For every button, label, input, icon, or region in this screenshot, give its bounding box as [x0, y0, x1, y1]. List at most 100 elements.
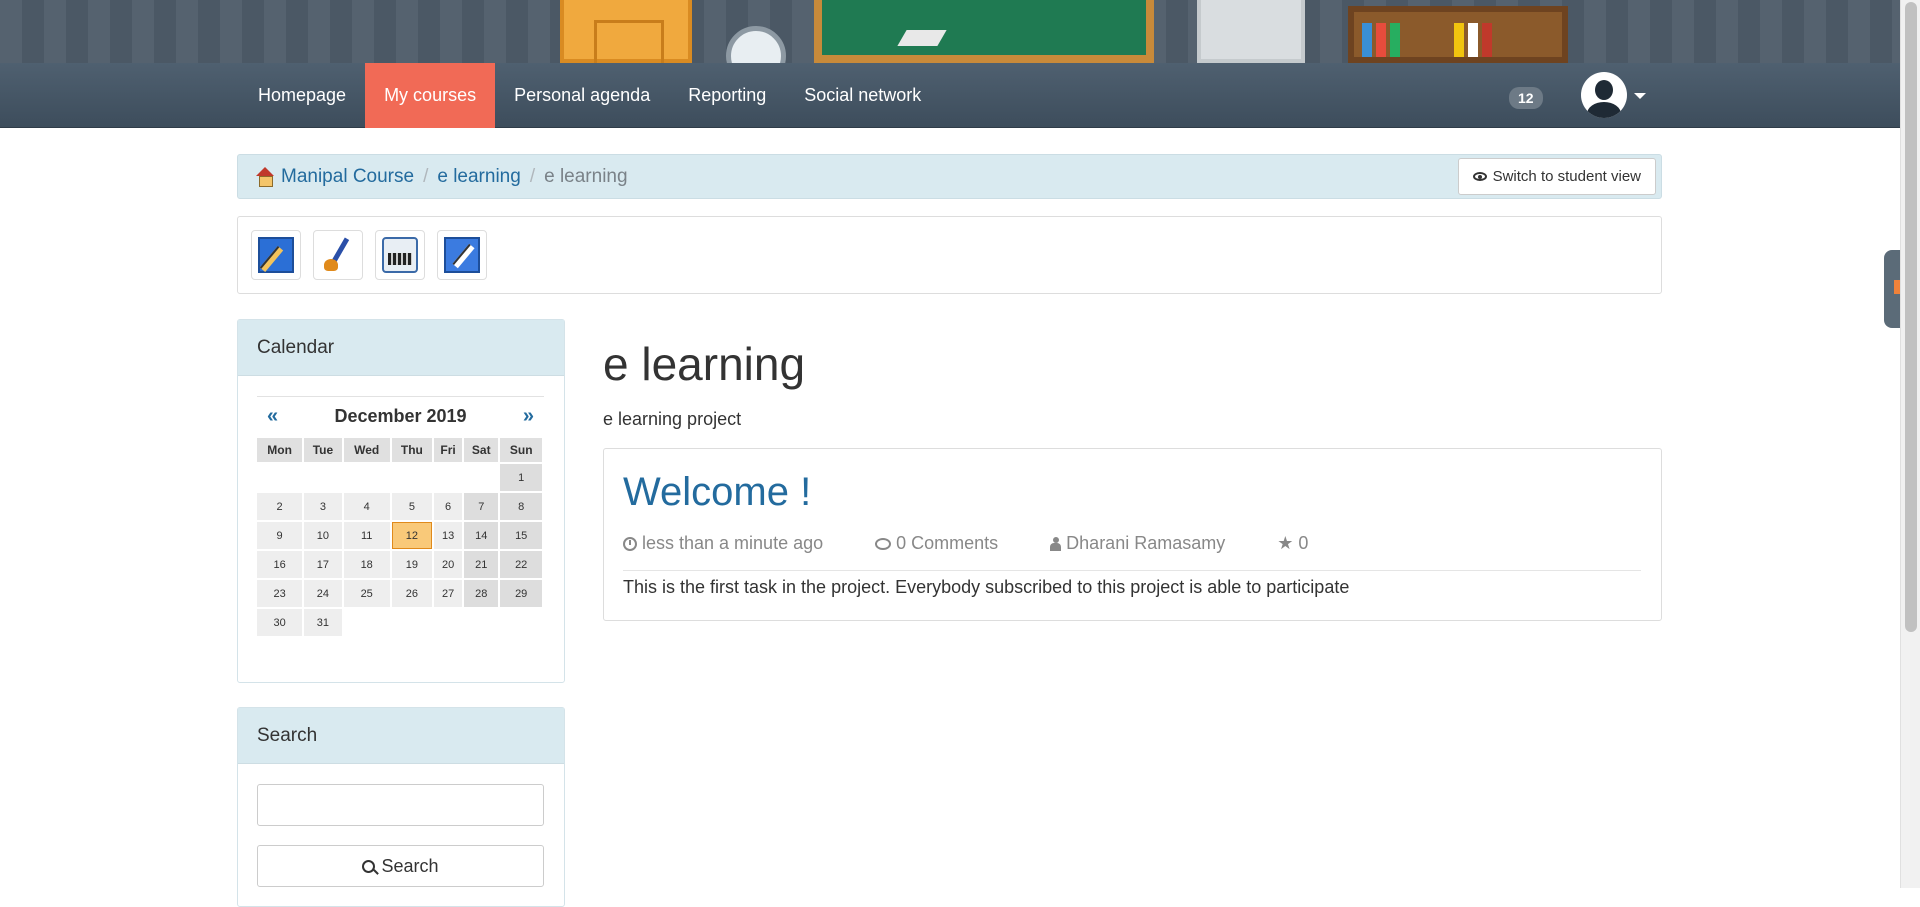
- cabinet-illustration: [1197, 0, 1305, 63]
- bookshelf-illustration: [1348, 6, 1568, 63]
- breadcrumb-separator: /: [423, 165, 429, 187]
- switch-student-view-label: Switch to student view: [1492, 168, 1641, 185]
- calendar-day[interactable]: 13: [434, 522, 463, 549]
- page-title: e learning: [603, 338, 806, 390]
- search-input[interactable]: [257, 784, 544, 826]
- switch-student-view-button[interactable]: Switch to student view: [1457, 158, 1656, 195]
- calendar-week: 2345678: [257, 493, 542, 520]
- breadcrumb: Manipal Course / e learning / e learning…: [237, 154, 1662, 199]
- weekday-header: Mon: [257, 438, 303, 462]
- calendar-day[interactable]: 25: [343, 580, 390, 607]
- calendar-day[interactable]: 17: [304, 551, 342, 578]
- nav-item-my-courses[interactable]: My courses: [365, 63, 496, 128]
- post-time-label: less than a minute ago: [642, 533, 824, 553]
- post-comments[interactable]: 0 Comments: [875, 533, 998, 554]
- post-body: This is the first task in the project. E…: [623, 577, 1350, 597]
- calendar-week: 30 31: [257, 609, 542, 636]
- search-icon: [362, 859, 376, 873]
- weekday-header: Fri: [434, 438, 463, 462]
- nav-item-social-network[interactable]: Social network: [785, 63, 940, 128]
- notification-badge[interactable]: 12: [1509, 87, 1543, 109]
- nav-item-personal-agenda[interactable]: Personal agenda: [495, 63, 669, 128]
- calendar-month-label: December 2019: [334, 406, 467, 426]
- calendar-empty-cell: [344, 464, 390, 491]
- calendar-day[interactable]: 20: [434, 551, 463, 578]
- calendar-day[interactable]: 12: [391, 522, 433, 549]
- calendar-prev-button[interactable]: «: [267, 405, 278, 428]
- weekday-header: Sun: [500, 438, 542, 462]
- calendar-day[interactable]: 23: [257, 580, 303, 607]
- chevron-down-icon[interactable]: [1634, 93, 1646, 99]
- user-icon: [1050, 536, 1062, 551]
- calendar-day[interactable]: 16: [257, 551, 303, 578]
- search-button-label: Search: [381, 855, 439, 876]
- user-avatar[interactable]: [1581, 72, 1627, 118]
- calendar-day[interactable]: 24: [304, 580, 342, 607]
- calendar-day[interactable]: 11: [343, 522, 390, 549]
- page-scrollbar[interactable]: [1900, 0, 1920, 888]
- calendar-days: 1 2 3 4 5 6 7 8 9 10 11 12 13 14 15 16 17 18 19 20 21 22 23 24 2…: [257, 464, 542, 636]
- calendar-week: 23 24 25 26 27 28 29: [257, 580, 542, 607]
- calendar-day[interactable]: 19: [391, 551, 433, 578]
- post-rating: ★ 0: [1277, 533, 1308, 554]
- manage-users-button[interactable]: [437, 230, 487, 280]
- chalkboard-illustration: [814, 0, 1154, 63]
- calendar-day[interactable]: 14: [464, 522, 499, 549]
- calendar-day[interactable]: 6: [434, 493, 463, 520]
- calendar-day[interactable]: 8: [500, 493, 542, 520]
- post-rating-label: 0: [1298, 533, 1309, 553]
- calendar-day[interactable]: 27: [434, 580, 463, 607]
- nav-item-reporting[interactable]: Reporting: [669, 63, 785, 128]
- clock-illustration: [726, 26, 786, 63]
- calendar-day[interactable]: 26: [391, 580, 433, 607]
- calendar-week: 9 10 11 12 13 14 15: [257, 522, 542, 549]
- breadcrumb-current: e learning: [544, 165, 628, 187]
- calendar-day[interactable]: 5: [391, 493, 433, 520]
- calendar-day[interactable]: 21: [464, 551, 499, 578]
- calendar-next-button[interactable]: »: [523, 405, 534, 428]
- calendar-day[interactable]: 1: [500, 464, 542, 491]
- create-task-button[interactable]: [313, 230, 363, 280]
- write-button[interactable]: [375, 230, 425, 280]
- search-button[interactable]: Search: [257, 845, 544, 887]
- calendar-day[interactable]: 28: [464, 580, 499, 607]
- edit-user-icon: [444, 237, 480, 273]
- post-title[interactable]: Welcome !: [623, 470, 811, 515]
- weekday-header: Wed: [343, 438, 390, 462]
- calendar-day[interactable]: 9: [257, 522, 303, 549]
- breadcrumb-course[interactable]: Manipal Course: [281, 166, 414, 188]
- eye-icon: [1472, 172, 1487, 181]
- calendar-empty-cell: [392, 464, 432, 491]
- post-author-label: Dharani Ramasamy: [1066, 533, 1226, 553]
- nav-item-homepage[interactable]: Homepage: [239, 63, 365, 128]
- calendar-day[interactable]: 3: [304, 493, 342, 520]
- weekday-header: Tue: [304, 438, 342, 462]
- scrollbar-thumb[interactable]: [1905, 2, 1917, 632]
- calendar-week: 1: [257, 464, 542, 491]
- weekday-header: Thu: [391, 438, 433, 462]
- calendar-day[interactable]: 10: [304, 522, 342, 549]
- task-post: Welcome ! less than a minute ago 0 Comme…: [603, 448, 1662, 621]
- calendar-day[interactable]: 18: [343, 551, 390, 578]
- calendar-day[interactable]: 4: [343, 493, 390, 520]
- calendar-week: 16 17 18 19 20 21 22: [257, 551, 542, 578]
- calendar-day[interactable]: 15: [500, 522, 542, 549]
- calendar-day[interactable]: 7: [464, 493, 499, 520]
- breadcrumb-project[interactable]: e learning: [437, 166, 520, 188]
- calendar-panel: Calendar « December 2019 » Mon Tue Wed T…: [237, 319, 565, 683]
- weekday-header: Sat: [464, 438, 499, 462]
- calendar-grid: Mon Tue Wed Thu Fri Sat Sun 1 2 3 4 5 6 7 8 9 10 1…: [255, 436, 544, 638]
- post-comments-label[interactable]: 0 Comments: [896, 533, 998, 554]
- calendar-empty-cell: [257, 464, 302, 491]
- calendar-day[interactable]: 29: [500, 580, 542, 607]
- calendar-day[interactable]: 30: [257, 609, 303, 636]
- calendar-day[interactable]: 22: [500, 551, 542, 578]
- calendar-empty-cell: [464, 464, 498, 491]
- home-icon[interactable]: [255, 166, 275, 187]
- calendar-empty-cell: [434, 464, 462, 491]
- calendar-day[interactable]: 31: [304, 609, 342, 636]
- calendar-day[interactable]: 2: [257, 493, 303, 520]
- edit-project-button[interactable]: [251, 230, 301, 280]
- clock-icon: [623, 536, 637, 551]
- side-drawer-tab[interactable]: [1884, 250, 1900, 328]
